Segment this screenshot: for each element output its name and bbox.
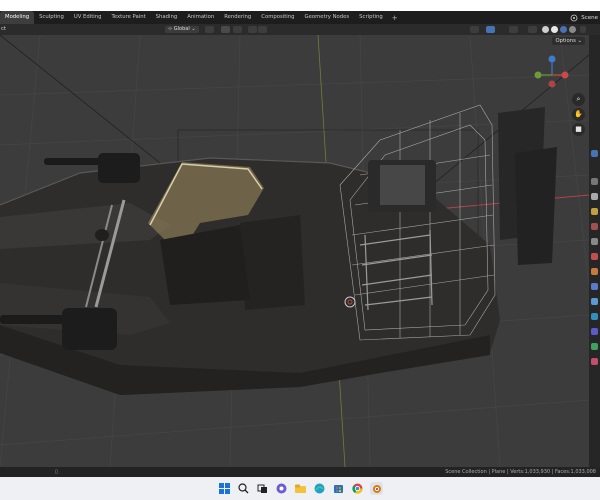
windows-start-icon[interactable] xyxy=(218,482,231,495)
viewport-header: ct ⊹ Global ⌄ xyxy=(0,24,600,35)
tab-animation[interactable]: Animation xyxy=(182,11,219,24)
status-mouse-icon: ▯ xyxy=(55,469,58,475)
shading-options-icon[interactable] xyxy=(580,26,586,33)
tab-geometry-nodes[interactable]: Geometry Nodes xyxy=(299,11,354,24)
properties-tab-output[interactable] xyxy=(591,193,598,200)
camera-view-icon[interactable]: ■ xyxy=(572,123,585,136)
tab-modeling[interactable]: Modeling xyxy=(0,11,35,24)
tab-shading[interactable]: Shading xyxy=(151,11,183,24)
status-bar: ▯ Scene Collection | Plane | Verts:1,033… xyxy=(0,467,600,477)
scene-icon xyxy=(570,14,578,21)
gizmo-neg-x[interactable] xyxy=(548,80,556,88)
gizmo-y-axis[interactable] xyxy=(534,71,542,79)
properties-tab-strip xyxy=(589,35,600,467)
viewport-scene[interactable] xyxy=(0,35,589,467)
properties-tab-constraints[interactable] xyxy=(591,313,598,320)
exhaust-bottom xyxy=(0,315,70,324)
wireframe-shading-icon[interactable] xyxy=(542,26,549,33)
overlays-icon[interactable] xyxy=(509,26,518,33)
exhaust-housing-bottom xyxy=(62,308,117,350)
engine-manifold xyxy=(380,165,425,205)
snap-target-icon[interactable] xyxy=(233,26,242,33)
add-workspace-button[interactable]: + xyxy=(388,14,402,22)
rudder-shadow-2 xyxy=(515,147,557,265)
options-label: Options xyxy=(555,38,576,44)
chrome-icon[interactable] xyxy=(351,482,364,495)
zoom-icon[interactable]: ⌕ xyxy=(572,93,585,106)
tab-texture-paint[interactable]: Texture Paint xyxy=(106,11,150,24)
properties-tab-render[interactable] xyxy=(591,178,598,185)
pan-hand-icon[interactable]: ✋ xyxy=(572,108,585,121)
snap-icon[interactable] xyxy=(221,26,230,33)
chevron-down-icon: ⌄ xyxy=(189,26,196,32)
3d-viewport[interactable]: Options ⌄ ⌕ ✋ ■ xyxy=(0,35,589,467)
scene-label: Scene xyxy=(581,14,598,21)
properties-tab-texture[interactable] xyxy=(591,358,598,365)
edge-icon[interactable] xyxy=(313,482,326,495)
tab-scripting[interactable]: Scripting xyxy=(354,11,388,24)
window-top-edge xyxy=(0,0,600,11)
options-dropdown[interactable]: Options ⌄ xyxy=(552,37,585,45)
windows-taskbar xyxy=(0,477,600,500)
gizmo-z-axis[interactable] xyxy=(548,55,556,63)
properties-tab-scene[interactable] xyxy=(591,223,598,230)
material-preview-shading-icon[interactable] xyxy=(560,26,567,33)
exhaust-top xyxy=(44,158,104,165)
gizmo-x-axis[interactable] xyxy=(561,71,569,79)
properties-tab-object[interactable] xyxy=(591,253,598,260)
properties-tab-tool[interactable] xyxy=(591,150,598,157)
properties-tab-data[interactable] xyxy=(591,328,598,335)
status-stats: Scene Collection | Plane | Verts:1,033,9… xyxy=(445,469,596,475)
xray-toggle-icon[interactable] xyxy=(528,26,537,33)
blender-icon[interactable] xyxy=(369,482,383,495)
view-object-types-icon[interactable] xyxy=(470,26,479,33)
workspace-tab-bar: Modeling Sculpting UV Editing Texture Pa… xyxy=(0,11,600,24)
transform-orientation-label: Global xyxy=(173,26,190,32)
search-icon[interactable] xyxy=(237,482,250,495)
rendered-shading-icon[interactable] xyxy=(569,26,576,33)
properties-tab-view-layer[interactable] xyxy=(591,208,598,215)
tab-compositing[interactable]: Compositing xyxy=(256,11,299,24)
seat xyxy=(240,215,305,310)
scene-selector[interactable]: Scene xyxy=(570,11,598,24)
navigation-gizmo[interactable] xyxy=(532,55,572,95)
store-icon[interactable] xyxy=(332,482,345,495)
transform-orientation-dropdown[interactable]: ⊹ Global ⌄ xyxy=(165,26,199,33)
properties-tab-physics[interactable] xyxy=(591,298,598,305)
gizmo-toggle-icon[interactable] xyxy=(486,26,495,33)
task-view-icon[interactable] xyxy=(256,482,269,495)
tab-uv-editing[interactable]: UV Editing xyxy=(69,11,107,24)
tab-sculpting[interactable]: Sculpting xyxy=(34,11,69,24)
tab-rendering[interactable]: Rendering xyxy=(219,11,256,24)
proportional-edit-icon[interactable] xyxy=(248,26,257,33)
chat-icon[interactable] xyxy=(275,482,288,495)
falloff-icon[interactable] xyxy=(258,26,267,33)
joint-ball xyxy=(95,229,109,241)
properties-tab-particles[interactable] xyxy=(591,283,598,290)
header-left-text: ct xyxy=(1,26,6,32)
properties-tab-world[interactable] xyxy=(591,238,598,245)
properties-tab-modifiers[interactable] xyxy=(591,268,598,275)
pivot-point-icon[interactable] xyxy=(205,26,214,33)
solid-shading-icon[interactable] xyxy=(551,26,558,33)
file-explorer-icon[interactable] xyxy=(294,482,307,495)
properties-tab-material[interactable] xyxy=(591,343,598,350)
exhaust-housing-top xyxy=(98,153,140,183)
